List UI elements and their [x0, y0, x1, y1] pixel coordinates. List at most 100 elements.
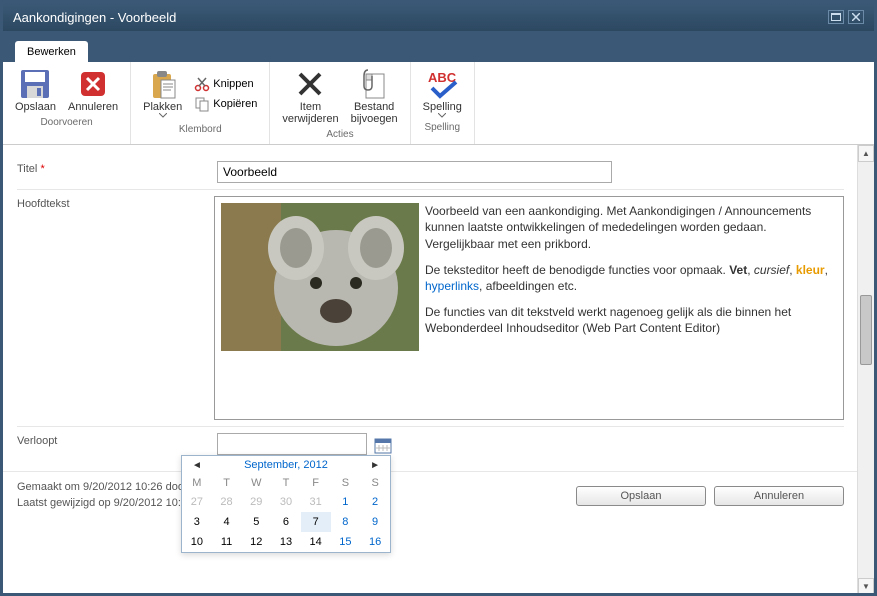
row-hoofdtekst: Hoofdtekst: [17, 190, 844, 427]
content-area: Titel * Hoofdtekst: [3, 145, 874, 595]
chevron-down-icon: [159, 113, 167, 118]
tab-bewerken[interactable]: Bewerken: [15, 41, 88, 62]
maximize-icon: [831, 13, 841, 21]
datepicker-dow: T: [271, 474, 301, 492]
cancel-label: Annuleren: [68, 101, 118, 113]
datepicker-day[interactable]: 16: [360, 532, 390, 552]
ribbon-group-doorvoeren: Opslaan Annuleren Doorvoeren: [3, 62, 131, 144]
group-label-klembord: Klembord: [139, 122, 261, 137]
close-button[interactable]: [848, 10, 864, 24]
scroll-down-button[interactable]: ▼: [858, 578, 874, 595]
paste-button[interactable]: Plakken: [139, 66, 186, 120]
attach-icon: [358, 68, 390, 100]
delete-icon: [294, 68, 326, 100]
maximize-button[interactable]: [828, 10, 844, 24]
footer-row: Gemaakt om 9/20/2012 10:26 dooLaatst gew…: [3, 471, 874, 519]
titlebar: Aankondigingen - Voorbeeld: [3, 3, 874, 31]
save-label: Opslaan: [15, 101, 56, 113]
scrollbar[interactable]: ▲ ▼: [857, 145, 874, 595]
spelling-label: Spelling: [423, 101, 462, 113]
scroll-thumb[interactable]: [860, 295, 872, 365]
cancel-button[interactable]: Annuleren: [64, 66, 122, 115]
datepicker-day[interactable]: 2: [360, 492, 390, 512]
group-label-spelling: Spelling: [419, 120, 466, 135]
opslaan-button[interactable]: Opslaan: [576, 486, 706, 506]
spelling-button[interactable]: ABC Spelling: [419, 66, 466, 120]
copy-icon: [194, 96, 210, 112]
calendar-icon: [373, 435, 393, 455]
scissors-icon: [194, 76, 210, 92]
spelling-icon: ABC: [426, 68, 458, 100]
group-label-acties: Acties: [278, 127, 401, 142]
titel-input[interactable]: [217, 161, 612, 183]
datepicker-popup: ◄ September, 2012 ► MTWTFSS 272829303112…: [181, 455, 391, 553]
datepicker-day[interactable]: 7: [301, 512, 331, 532]
label-hoofdtekst: Hoofdtekst: [17, 196, 214, 210]
datepicker-title[interactable]: September, 2012: [244, 459, 328, 471]
delete-item-button[interactable]: Item verwijderen: [278, 66, 342, 127]
ribbon-group-acties: Item verwijderen Bestand bijvoegen Actie…: [270, 62, 410, 144]
attach-label: Bestand bijvoegen: [351, 101, 398, 125]
datepicker-day[interactable]: 5: [241, 512, 271, 532]
dialog-window: Aankondigingen - Voorbeeld Bewerken Opsl…: [0, 0, 877, 596]
datepicker-day[interactable]: 30: [271, 492, 301, 512]
chevron-down-icon: [438, 113, 446, 118]
datepicker-dow: W: [241, 474, 271, 492]
cancel-icon: [77, 68, 109, 100]
ribbon: Opslaan Annuleren Doorvoeren Plakken: [3, 62, 874, 145]
close-icon: [852, 13, 860, 21]
label-titel: Titel *: [17, 161, 217, 175]
datepicker-day[interactable]: 6: [271, 512, 301, 532]
window-title: Aankondigingen - Voorbeeld: [13, 10, 176, 25]
datepicker-day[interactable]: 27: [182, 492, 212, 512]
ribbon-group-spelling: ABC Spelling Spelling: [411, 62, 475, 144]
calendar-button[interactable]: [373, 435, 393, 455]
datepicker-dow: T: [212, 474, 242, 492]
cut-button[interactable]: Knippen: [190, 74, 257, 94]
datepicker-day[interactable]: 14: [301, 532, 331, 552]
ribbon-tabstrip: Bewerken: [3, 31, 874, 62]
meta-text: Gemaakt om 9/20/2012 10:26 dooLaatst gew…: [17, 480, 184, 511]
cut-label: Knippen: [213, 78, 253, 90]
form: Titel * Hoofdtekst: [3, 145, 874, 471]
scroll-up-button[interactable]: ▲: [858, 145, 874, 162]
datepicker-day[interactable]: 8: [331, 512, 361, 532]
datepicker-day[interactable]: 3: [182, 512, 212, 532]
ribbon-group-klembord: Plakken Knippen Kopiëren Klembord: [131, 62, 270, 144]
datepicker-day[interactable]: 29: [241, 492, 271, 512]
content-image: [221, 203, 419, 351]
datepicker-day[interactable]: 13: [271, 532, 301, 552]
datepicker-grid: MTWTFSS 27282930311234567891011121314151…: [182, 474, 390, 552]
save-icon: [19, 68, 51, 100]
copy-button[interactable]: Kopiëren: [190, 94, 261, 114]
rte-text: Voorbeeld van een aankondiging. Met Aank…: [425, 203, 837, 346]
window-controls: [828, 10, 864, 24]
label-verloopt: Verloopt: [17, 433, 217, 447]
datepicker-day[interactable]: 11: [212, 532, 242, 552]
delete-label: Item verwijderen: [282, 101, 338, 125]
attach-file-button[interactable]: Bestand bijvoegen: [347, 66, 402, 127]
row-titel: Titel *: [17, 155, 844, 190]
annuleren-button[interactable]: Annuleren: [714, 486, 844, 506]
verloopt-input[interactable]: [217, 433, 367, 455]
paste-label: Plakken: [143, 101, 182, 113]
datepicker-next[interactable]: ►: [366, 460, 384, 471]
row-verloopt: Verloopt: [17, 427, 844, 461]
rich-text-editor[interactable]: Voorbeeld van een aankondiging. Met Aank…: [214, 196, 844, 420]
datepicker-day[interactable]: 4: [212, 512, 242, 532]
datepicker-day[interactable]: 9: [360, 512, 390, 532]
datepicker-dow: F: [301, 474, 331, 492]
group-label-doorvoeren: Doorvoeren: [11, 115, 122, 130]
datepicker-dow: S: [331, 474, 361, 492]
datepicker-dow: M: [182, 474, 212, 492]
datepicker-day[interactable]: 12: [241, 532, 271, 552]
datepicker-day[interactable]: 28: [212, 492, 242, 512]
copy-label: Kopiëren: [213, 98, 257, 110]
datepicker-day[interactable]: 15: [331, 532, 361, 552]
datepicker-day[interactable]: 10: [182, 532, 212, 552]
datepicker-prev[interactable]: ◄: [188, 460, 206, 471]
datepicker-day[interactable]: 31: [301, 492, 331, 512]
save-button[interactable]: Opslaan: [11, 66, 60, 115]
paste-icon: [147, 68, 179, 100]
datepicker-day[interactable]: 1: [331, 492, 361, 512]
